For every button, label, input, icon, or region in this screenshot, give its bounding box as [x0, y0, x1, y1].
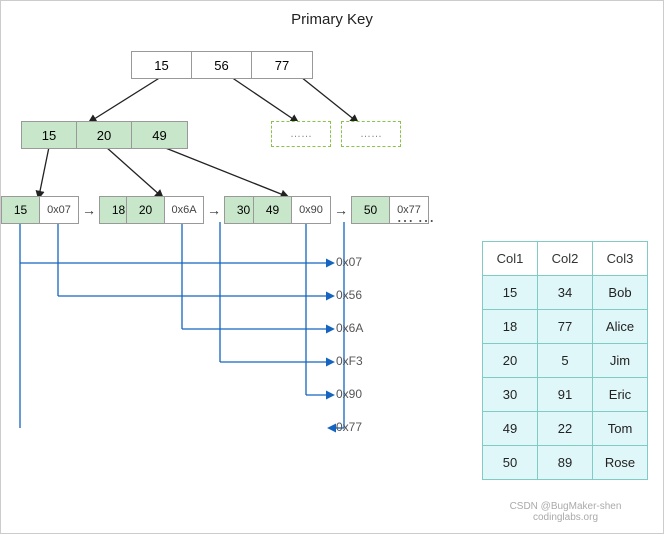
table-cell-r5-c0: 50 [483, 446, 538, 480]
page-container: Primary Key [0, 0, 664, 534]
leaf-key-15: 15 [2, 197, 40, 223]
table-cell-r1-c2: Alice [593, 310, 648, 344]
table-cell-r2-c0: 20 [483, 344, 538, 378]
footer-line2: codinglabs.org [483, 512, 648, 523]
middle-dots: …… [396, 206, 438, 227]
col-header-3: Col3 [593, 242, 648, 276]
footer: CSDN @BugMaker-shen codinglabs.org [483, 501, 648, 523]
table-row: 4922Tom [483, 412, 648, 446]
table-cell-r4-c2: Tom [593, 412, 648, 446]
addr-label-0x56: 0x56 [336, 288, 362, 302]
table-cell-r3-c0: 30 [483, 378, 538, 412]
footer-line1: CSDN @BugMaker-shen [483, 501, 648, 512]
addr-label-0xF3: 0xF3 [336, 354, 363, 368]
table-cell-r4-c1: 22 [538, 412, 593, 446]
table-cell-r0-c2: Bob [593, 276, 648, 310]
leaf-key-50: 50 [352, 197, 390, 223]
table-row: 3091Eric [483, 378, 648, 412]
page-title: Primary Key [1, 1, 663, 28]
pk-cell-77: 77 [252, 52, 312, 78]
table-cell-r5-c2: Rose [593, 446, 648, 480]
addr-label-0x07: 0x07 [336, 255, 362, 269]
table-cell-r0-c1: 34 [538, 276, 593, 310]
table-cell-r4-c0: 49 [483, 412, 538, 446]
pk-root-node: 15 56 77 [131, 51, 313, 79]
internal-node: 15 20 49 [21, 121, 188, 149]
leaf-ptr-0x07: 0x07 [40, 197, 78, 223]
int-cell-20: 20 [77, 122, 132, 148]
leaf-arrow-3: → [334, 202, 348, 218]
int-cell-49: 49 [132, 122, 187, 148]
pk-cell-15: 15 [132, 52, 192, 78]
leaf-node-3: 20 0x6A [126, 196, 204, 224]
col-header-1: Col1 [483, 242, 538, 276]
dashed-node-2: …… [341, 121, 401, 147]
table-cell-r5-c1: 89 [538, 446, 593, 480]
leaf-ptr-0x6A: 0x6A [165, 197, 203, 223]
diagram-arrows [1, 1, 431, 535]
leaf-node-5: 49 0x90 [253, 196, 331, 224]
table-row: 5089Rose [483, 446, 648, 480]
leaf-key-49: 49 [254, 197, 292, 223]
table-cell-r0-c0: 15 [483, 276, 538, 310]
table-cell-r1-c1: 77 [538, 310, 593, 344]
table-cell-r1-c0: 18 [483, 310, 538, 344]
leaf-arrow-2: → [207, 202, 221, 218]
table-row: 1534Bob [483, 276, 648, 310]
dashed-node-1: …… [271, 121, 331, 147]
table-row: 205Jim [483, 344, 648, 378]
table-cell-r3-c2: Eric [593, 378, 648, 412]
leaf-arrow-1: → [82, 202, 96, 218]
table-row: 1877Alice [483, 310, 648, 344]
table-cell-r3-c1: 91 [538, 378, 593, 412]
pk-cell-56: 56 [192, 52, 252, 78]
leaf-key-20: 20 [127, 197, 165, 223]
data-table: Col1 Col2 Col3 1534Bob1877Alice205Jim309… [482, 241, 648, 480]
addr-label-0x77: 0x77 [336, 420, 362, 434]
table-cell-r2-c1: 5 [538, 344, 593, 378]
addr-label-0x90: 0x90 [336, 387, 362, 401]
leaf-ptr-0x90: 0x90 [292, 197, 330, 223]
addr-label-0x6A: 0x6A [336, 321, 363, 335]
table-cell-r2-c2: Jim [593, 344, 648, 378]
col-header-2: Col2 [538, 242, 593, 276]
int-cell-15: 15 [22, 122, 77, 148]
leaf-node-1: 15 0x07 [1, 196, 79, 224]
